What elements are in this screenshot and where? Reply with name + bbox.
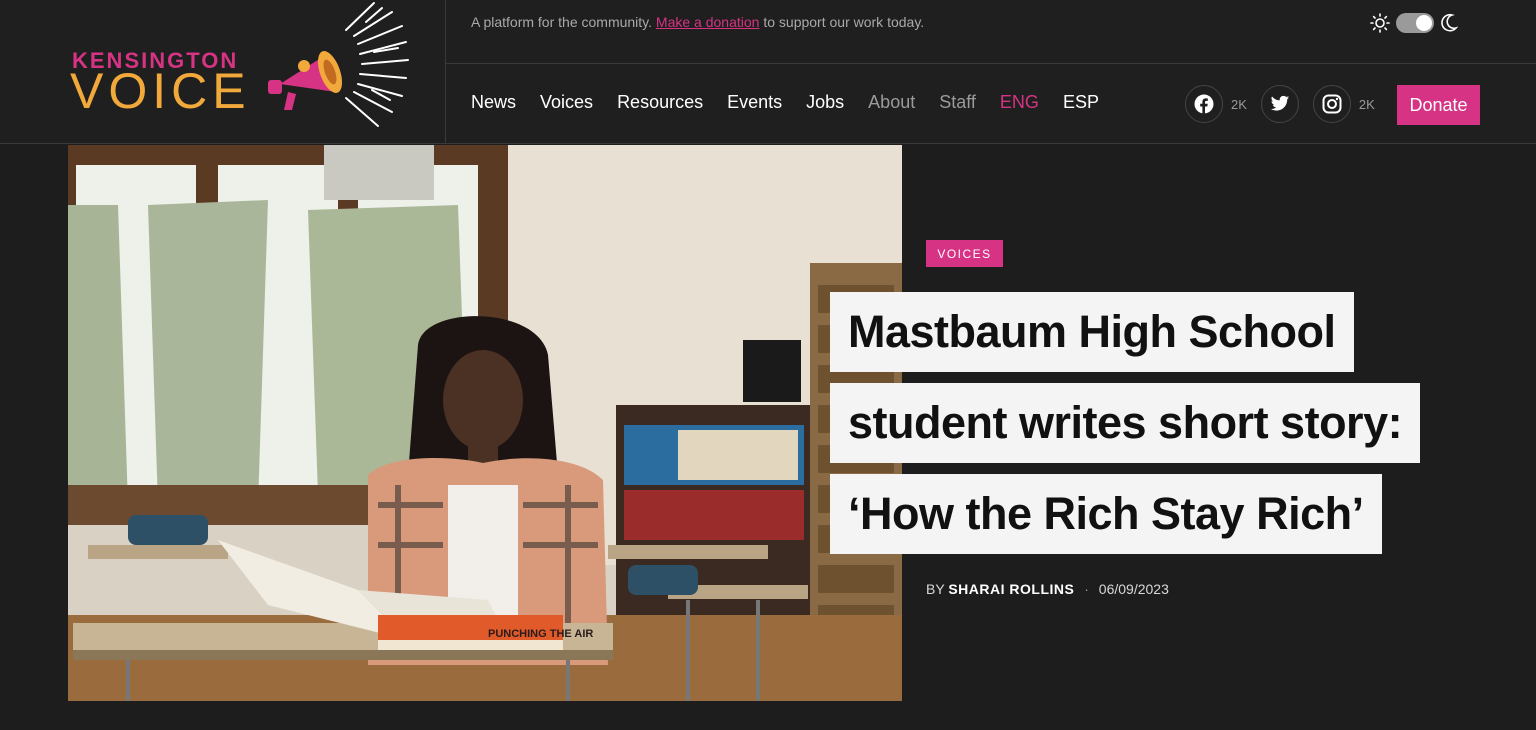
moon-icon[interactable] — [1440, 13, 1458, 33]
by-label: BY — [926, 581, 945, 597]
dark-mode-switch[interactable] — [1396, 13, 1434, 33]
tagline-text-end: to support our work today. — [759, 14, 925, 30]
logo-text-voice: VOICE — [70, 63, 251, 119]
logo[interactable]: KENSINGTON VOICE — [0, 0, 446, 144]
instagram-button[interactable] — [1312, 85, 1351, 123]
author-link[interactable]: SHARAI ROLLINS — [948, 581, 1074, 597]
nav-item-jobs[interactable]: Jobs — [806, 92, 844, 113]
main-nav: News Voices Resources Events Jobs About … — [471, 92, 1123, 113]
nav-item-resources[interactable]: Resources — [617, 92, 703, 113]
tagline-text-start: A platform for the community. — [471, 14, 656, 30]
facebook-button[interactable] — [1185, 85, 1223, 123]
facebook-icon — [1194, 94, 1214, 114]
theme-toggle — [1370, 10, 1460, 36]
headline-line-1[interactable]: Mastbaum High School — [830, 292, 1354, 372]
nav-item-news[interactable]: News — [471, 92, 516, 113]
category-badge[interactable]: VOICES — [926, 240, 1003, 267]
nav-item-voices[interactable]: Voices — [540, 92, 593, 113]
make-donation-link[interactable]: Make a donation — [656, 14, 760, 30]
main-nav-bar: News Voices Resources Events Jobs About … — [446, 64, 1536, 144]
nav-item-staff[interactable]: Staff — [939, 92, 976, 113]
hero-image[interactable]: PUNCHING THE AIR — [68, 145, 902, 701]
tagline: A platform for the community. Make a don… — [471, 14, 924, 30]
lang-eng[interactable]: ENG — [1000, 92, 1039, 113]
instagram-count: 2K — [1358, 96, 1375, 112]
twitter-icon — [1270, 95, 1290, 111]
byline: BY SHARAI ROLLINS · 06/09/2023 — [926, 581, 1169, 597]
twitter-button[interactable] — [1260, 85, 1299, 123]
nav-item-events[interactable]: Events — [727, 92, 782, 113]
instagram-icon — [1322, 94, 1342, 114]
publish-date: 06/09/2023 — [1098, 581, 1169, 597]
nav-item-about[interactable]: About — [868, 92, 915, 113]
top-bar: A platform for the community. Make a don… — [446, 0, 1536, 64]
switch-knob — [1416, 15, 1432, 31]
byline-separator: · — [1084, 581, 1089, 597]
social-links: 2K 2K — [1185, 85, 1389, 123]
headline-line-2[interactable]: student writes short story: — [830, 383, 1421, 463]
site-header: KENSINGTON VOICE A platform for the comm… — [0, 0, 1536, 144]
sun-icon[interactable] — [1370, 13, 1390, 33]
donate-button[interactable]: Donate — [1397, 85, 1480, 125]
lang-esp[interactable]: ESP — [1063, 92, 1099, 113]
headline-line-3[interactable]: ‘How the Rich Stay Rich’ — [830, 474, 1382, 554]
book-title: PUNCHING THE AIR — [488, 628, 593, 640]
classroom-photo: PUNCHING THE AIR — [68, 145, 902, 701]
facebook-count: 2K — [1231, 96, 1247, 112]
megaphone-icon — [268, 2, 409, 127]
